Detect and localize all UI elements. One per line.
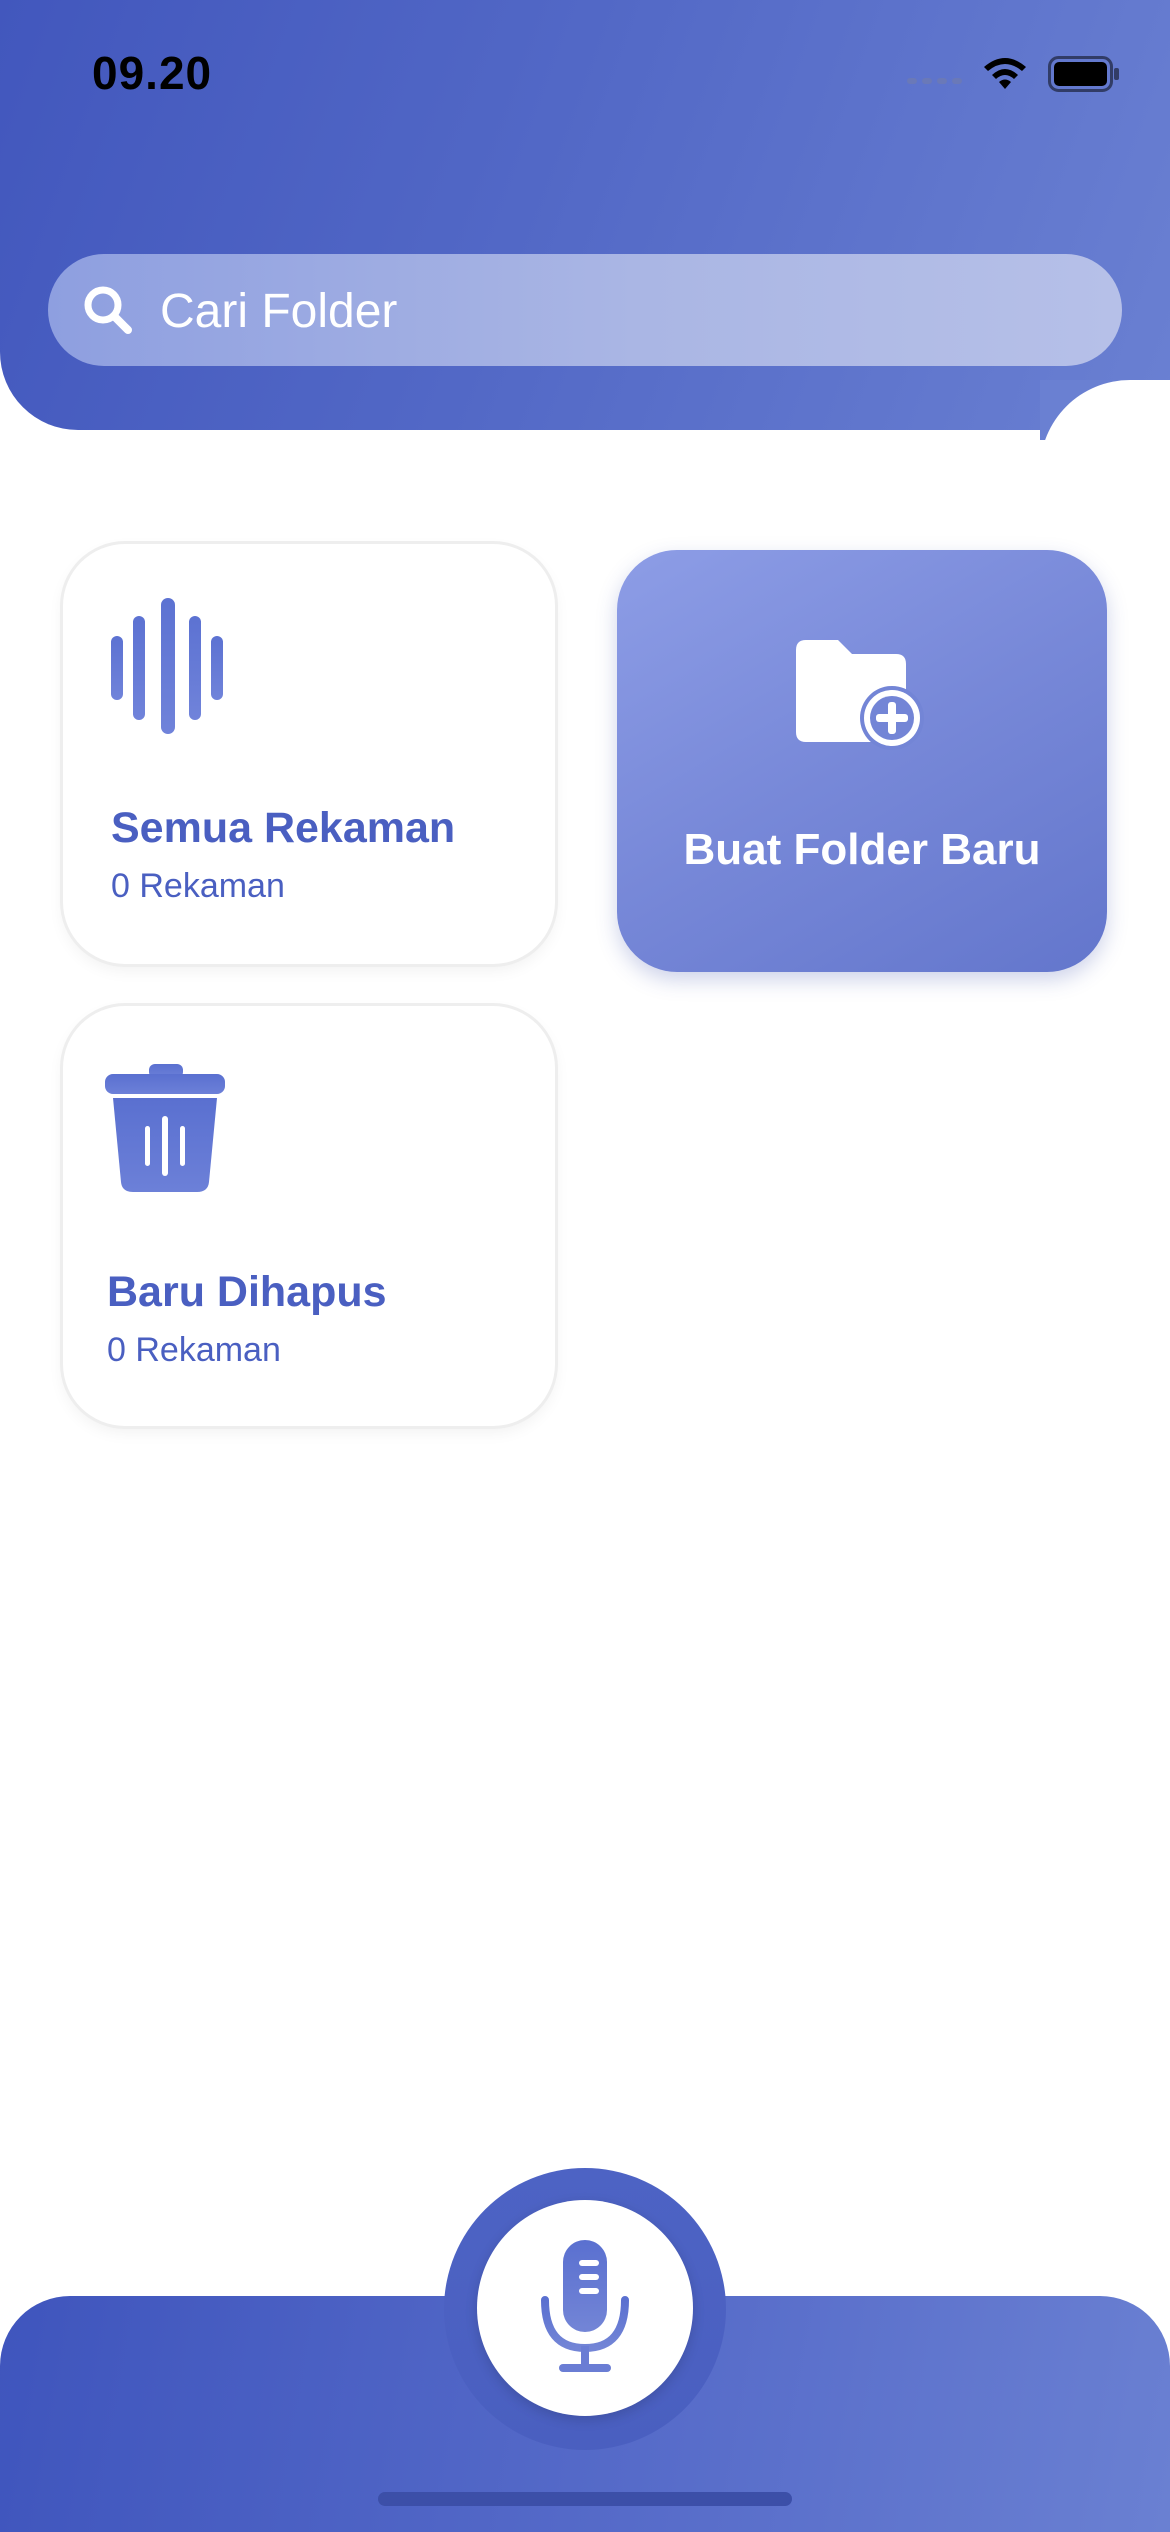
trash-icon (105, 1064, 225, 1192)
record-button[interactable] (477, 2200, 693, 2416)
search-icon (84, 286, 132, 334)
waveform-icon (111, 598, 223, 734)
screen: 09.20 Cari Folder Semua Rekaman 0 Rekama… (0, 0, 1170, 2532)
search-input[interactable]: Cari Folder (48, 254, 1122, 366)
folder-title: Baru Dihapus (107, 1268, 387, 1316)
folder-count: 0 Rekaman (107, 1331, 281, 1369)
home-indicator (378, 2492, 792, 2506)
folder-card-all-recordings[interactable]: Semua Rekaman 0 Rekaman (63, 544, 555, 964)
folder-add-icon (796, 640, 924, 750)
wifi-icon (984, 58, 1026, 89)
microphone-icon (541, 2240, 629, 2372)
battery-icon (1048, 56, 1119, 92)
search-placeholder: Cari Folder (160, 285, 398, 338)
create-folder-label: Buat Folder Baru (683, 825, 1041, 874)
status-icons (907, 52, 1120, 96)
folder-card-recently-deleted[interactable]: Baru Dihapus 0 Rekaman (63, 1006, 555, 1426)
folder-title: Semua Rekaman (111, 804, 456, 852)
status-time: 09.20 (92, 47, 213, 99)
create-folder-button[interactable]: Buat Folder Baru (617, 550, 1107, 972)
signal-icon (907, 78, 962, 84)
folder-count: 0 Rekaman (111, 867, 285, 905)
